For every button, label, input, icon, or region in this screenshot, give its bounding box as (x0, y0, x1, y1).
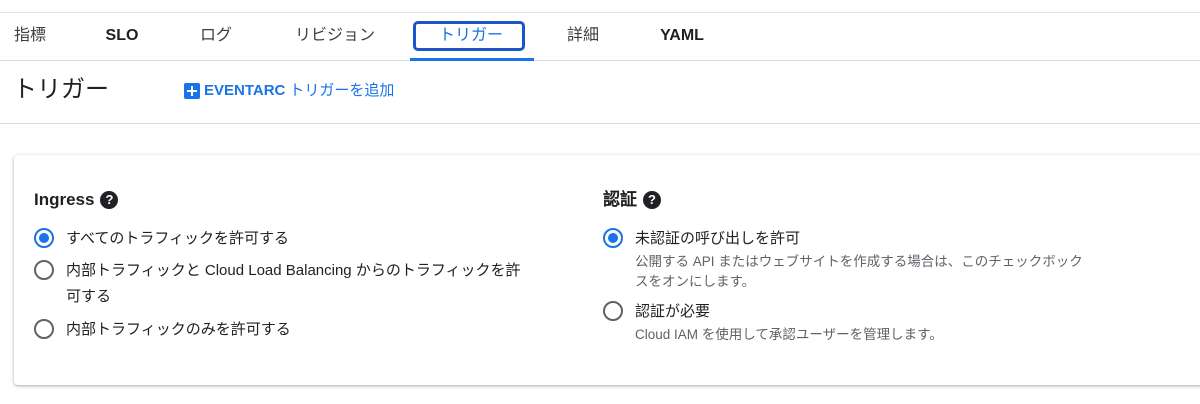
auth-option-allow-unauthenticated-desc-line1: 公開する API またはウェブサイトを作成する場合は、このチェックボック (635, 254, 1083, 269)
add-trigger-label: トリガーを追加 (289, 82, 395, 99)
add-icon (184, 83, 200, 99)
radio-checked-icon[interactable] (34, 228, 54, 248)
tab-details[interactable]: 詳細 (565, 13, 601, 60)
page-header: トリガー EVENTARC トリガーを追加 (0, 61, 1200, 124)
tab-yaml[interactable]: YAML (659, 13, 705, 60)
add-trigger-label-cap: EVENTARC (204, 82, 286, 99)
ingress-section-title: Ingress ? (34, 189, 119, 211)
ingress-option-internal-only-label: 内部トラフィックのみを許可する (66, 321, 291, 338)
ingress-option-all-label: すべてのトラフィックを許可する (66, 230, 290, 247)
add-eventarc-trigger-button[interactable]: EVENTARC トリガーを追加 (184, 81, 394, 101)
auth-option-allow-unauthenticated-label: 未認証の呼び出しを許可 (635, 230, 801, 247)
ingress-option-internal-lb-label-line2: 可する (66, 288, 112, 305)
ingress-option-internal-only[interactable]: 内部トラフィックのみを許可する (34, 319, 574, 341)
auth-option-require-auth-desc: Cloud IAM を使用して承認ユーザーを管理します。 (635, 327, 943, 342)
radio-checked-icon[interactable] (603, 228, 623, 248)
ingress-option-internal-lb-label-line1: 内部トラフィックと Cloud Load Balancing からのトラフィック… (66, 262, 521, 279)
ingress-help-icon[interactable]: ? (100, 191, 119, 209)
auth-help-icon[interactable]: ? (643, 191, 661, 209)
ingress-option-internal-lb[interactable]: 内部トラフィックと Cloud Load Balancing からのトラフィック… (34, 260, 574, 308)
tab-logs[interactable]: ログ (198, 13, 234, 60)
tab-slo[interactable]: SLO (105, 13, 139, 60)
auth-section-title: 認証 ? (603, 189, 661, 211)
auth-option-allow-unauthenticated-desc-line2: スをオンにします。 (635, 274, 756, 289)
auth-title: 認証 (603, 190, 637, 209)
radio-unchecked-icon[interactable] (603, 301, 623, 321)
ingress-title: Ingress (34, 190, 95, 209)
auth-option-require-auth-label: 認証が必要 (635, 303, 711, 320)
tab-triggers[interactable]: トリガー (437, 13, 505, 60)
radio-unchecked-icon[interactable] (34, 319, 54, 339)
tab-revisions[interactable]: リビジョン (293, 13, 377, 60)
settings-card: Ingress ? すべてのトラフィックを許可する 内部トラフィックと Clou… (14, 155, 1200, 385)
tab-metrics[interactable]: 指標 (13, 13, 47, 60)
page-title: トリガー (13, 76, 109, 103)
auth-option-require-auth[interactable]: 認証が必要 Cloud IAM を使用して承認ユーザーを管理します。 (603, 301, 1163, 347)
radio-unchecked-icon[interactable] (34, 260, 54, 280)
auth-option-allow-unauthenticated[interactable]: 未認証の呼び出しを許可 公開する API またはウェブサイトを作成する場合は、こ… (603, 228, 1163, 292)
tab-bar: 指標 SLO ログ リビジョン トリガー 詳細 YAML (0, 13, 1200, 61)
ingress-option-all[interactable]: すべてのトラフィックを許可する (34, 228, 574, 250)
